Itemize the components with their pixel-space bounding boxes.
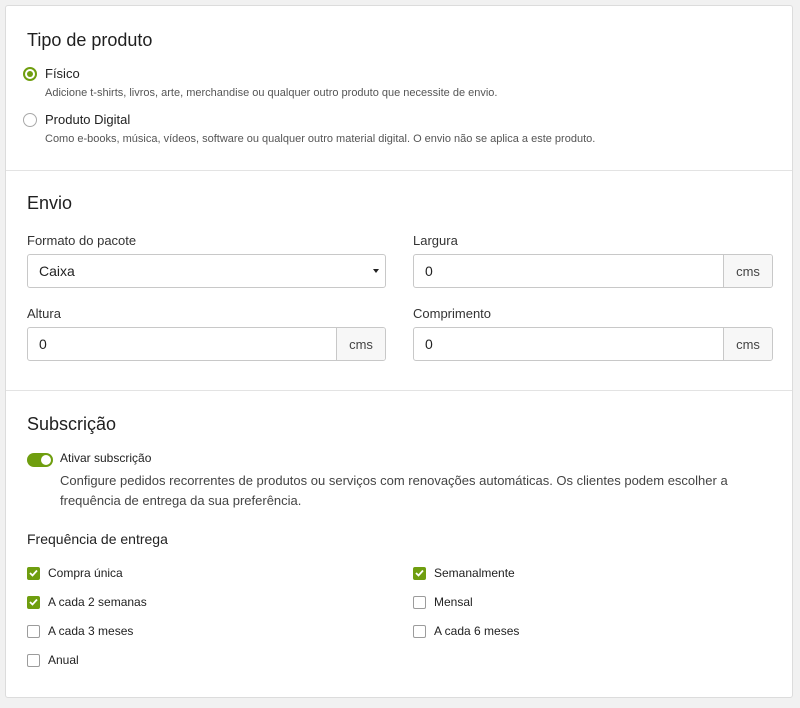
checkbox[interactable] bbox=[27, 624, 40, 638]
subscription-toggle-label: Ativar subscrição bbox=[60, 451, 152, 465]
height-input[interactable] bbox=[28, 328, 336, 360]
package-format-value: Caixa bbox=[39, 263, 75, 279]
height-unit: cms bbox=[336, 328, 385, 360]
length-unit: cms bbox=[723, 328, 772, 360]
frequency-option-biweekly[interactable]: A cada 2 semanas bbox=[27, 595, 147, 609]
checkbox-label: A cada 3 meses bbox=[48, 624, 134, 638]
length-field: cms bbox=[413, 327, 773, 361]
checkbox[interactable] bbox=[413, 624, 426, 638]
check-icon bbox=[29, 569, 38, 577]
checkbox-label: A cada 2 semanas bbox=[48, 595, 147, 609]
frequency-option-weekly[interactable]: Semanalmente bbox=[413, 566, 515, 580]
checkbox-label: Compra única bbox=[48, 566, 123, 580]
radio-physical-description: Adicione t-shirts, livros, arte, merchan… bbox=[45, 87, 498, 99]
width-input[interactable] bbox=[414, 255, 723, 287]
frequency-option-once[interactable]: Compra única bbox=[27, 566, 123, 580]
radio-digital-control[interactable] bbox=[23, 112, 37, 127]
section-divider bbox=[6, 170, 792, 171]
checkbox[interactable] bbox=[413, 595, 426, 609]
radio-digital-description: Como e-books, música, vídeos, software o… bbox=[45, 133, 596, 145]
width-unit: cms bbox=[723, 255, 772, 287]
checkbox[interactable] bbox=[27, 566, 40, 580]
checkbox-label: Anual bbox=[48, 653, 79, 667]
length-label: Comprimento bbox=[413, 306, 492, 321]
checkbox[interactable] bbox=[27, 595, 40, 609]
check-icon bbox=[415, 569, 424, 577]
product-type-title: Tipo de produto bbox=[27, 30, 153, 50]
radio-digital-label: Produto Digital bbox=[45, 112, 131, 127]
section-divider bbox=[6, 390, 792, 391]
shipping-title: Envio bbox=[27, 193, 73, 213]
frequency-option-monthly[interactable]: Mensal bbox=[413, 595, 473, 609]
checkbox[interactable] bbox=[413, 566, 426, 580]
height-label: Altura bbox=[27, 306, 61, 321]
toggle-knob bbox=[41, 455, 51, 465]
checkbox-label: Semanalmente bbox=[434, 566, 515, 580]
chevron-down-icon bbox=[373, 269, 379, 273]
product-settings-card: Tipo de produto Físico Adicione t-shirts… bbox=[5, 5, 793, 698]
height-field: cms bbox=[27, 327, 386, 361]
radio-physical-label: Físico bbox=[45, 66, 80, 81]
radio-physical-control[interactable] bbox=[23, 66, 37, 81]
subscription-title: Subscrição bbox=[27, 414, 117, 434]
subscription-toggle[interactable] bbox=[27, 453, 53, 467]
subscription-description: Configure pedidos recorrentes de produto… bbox=[60, 473, 728, 508]
checkbox[interactable] bbox=[27, 653, 40, 667]
checkbox-label: A cada 6 meses bbox=[434, 624, 520, 638]
package-format-label: Formato do pacote bbox=[27, 233, 137, 248]
frequency-option-3-months[interactable]: A cada 3 meses bbox=[27, 624, 133, 638]
length-input[interactable] bbox=[414, 328, 723, 360]
frequency-option-yearly[interactable]: Anual bbox=[27, 653, 79, 667]
radio-physical[interactable]: Físico bbox=[23, 66, 80, 81]
package-format-select[interactable]: Caixa bbox=[27, 254, 386, 288]
check-icon bbox=[29, 598, 38, 606]
frequency-label: Frequência de entrega bbox=[27, 531, 168, 547]
width-label: Largura bbox=[413, 233, 458, 248]
width-field: cms bbox=[413, 254, 773, 288]
frequency-option-6-months[interactable]: A cada 6 meses bbox=[413, 624, 519, 638]
checkbox-label: Mensal bbox=[434, 595, 473, 609]
radio-digital[interactable]: Produto Digital bbox=[23, 112, 130, 127]
